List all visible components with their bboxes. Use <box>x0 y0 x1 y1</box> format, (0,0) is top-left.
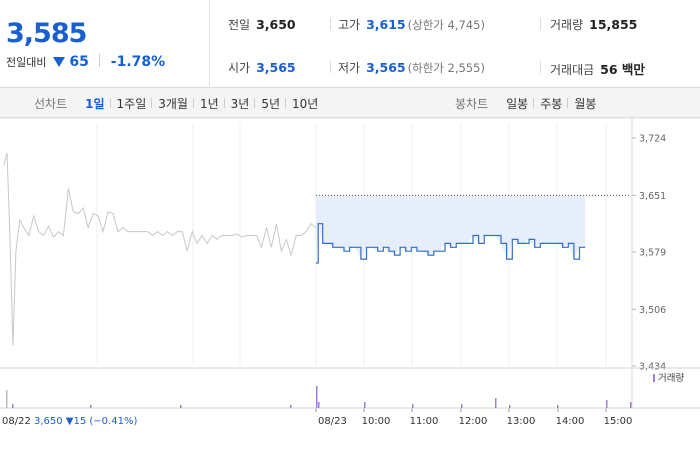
line-chart-tabs: 선차트 1일 1주일 3개월 1년 3년 5년 10년 <box>34 88 324 118</box>
tab-5y[interactable]: 5년 <box>254 95 286 112</box>
volume-bar <box>606 400 608 408</box>
tab-3y[interactable]: 3년 <box>223 95 256 112</box>
x-tick-label: 12:00 <box>459 416 488 427</box>
stat-value: 56 백만 <box>600 62 645 77</box>
x-date-label-prev: 08/22 <box>2 416 31 427</box>
stat-label: 고가 <box>338 18 361 32</box>
candle-chart-title: 봉차트 <box>455 96 489 111</box>
change-rate: -1.78% <box>110 54 166 70</box>
volume-bar <box>318 402 320 408</box>
stat-prev-close: 전일 3,650 <box>228 16 296 33</box>
chart-period-tabbar: 선차트 1일 1주일 3개월 1년 3년 5년 10년 봉차트 일봉 주봉 월봉 <box>0 88 700 118</box>
prev-day-summary: 3,650 ▼15 (−0.41%) <box>34 416 137 427</box>
stat-label: 거래량 <box>550 18 584 32</box>
tab-3m[interactable]: 3개월 <box>151 95 194 112</box>
today-area-fill <box>316 195 586 263</box>
tab-monthly-candle[interactable]: 월봉 <box>567 95 602 112</box>
y-tick-label: 3,724 <box>639 134 666 145</box>
volume-bar <box>90 405 92 408</box>
divider <box>330 61 331 73</box>
price-chart: 3,724 3,651 3,579 3,506 3,434 08/22 3,650 ▼15 … <box>0 118 700 450</box>
volume-bar <box>180 405 182 408</box>
volume-legend-label: 거래량 <box>658 372 684 384</box>
x-date-label-today: 08/23 <box>318 416 347 427</box>
volume-bar <box>6 390 8 408</box>
stat-value: 3,565 <box>366 60 406 75</box>
divider <box>99 54 101 67</box>
stat-trade-value: 거래대금 56 백만 <box>550 59 645 78</box>
volume-bar <box>316 386 318 408</box>
x-tick-label: 14:00 <box>556 416 585 427</box>
volume-bar <box>290 405 292 408</box>
stat-value: 3,615 <box>366 17 406 32</box>
tab-10y[interactable]: 10년 <box>285 95 324 112</box>
x-tick-label: 11:00 <box>410 416 439 427</box>
stat-label: 거래대금 <box>550 63 595 77</box>
divider <box>540 18 541 30</box>
stat-open: 시가 3,565 <box>228 59 296 76</box>
volume-bar <box>509 405 511 408</box>
stat-low: 저가 3,565 (하한가 2,555) <box>338 59 485 76</box>
stat-high: 고가 3,615 (상한가 4,745) <box>338 16 485 33</box>
current-price: 3,585 <box>6 18 87 49</box>
tab-1w[interactable]: 1주일 <box>109 95 153 112</box>
stat-volume: 거래량 15,855 <box>550 16 637 33</box>
tab-weekly-candle[interactable]: 주봉 <box>533 95 568 112</box>
volume-legend-swatch <box>653 374 655 382</box>
stat-label: 저가 <box>338 61 361 75</box>
volume-bar <box>557 405 559 408</box>
volume-bar <box>630 402 632 408</box>
change-amount: 65 <box>69 54 89 70</box>
change-label: 전일대비 <box>6 56 47 69</box>
y-tick-label: 3,506 <box>639 305 666 316</box>
y-tick-label: 3,434 <box>639 362 666 373</box>
current-price-panel: 3,585 전일대비 65 -1.78% <box>0 0 210 88</box>
volume-bar <box>495 398 497 408</box>
stat-label: 전일 <box>228 18 251 32</box>
divider <box>540 61 541 73</box>
y-tick-label: 3,579 <box>639 248 666 259</box>
tab-daily-candle[interactable]: 일봉 <box>500 95 534 112</box>
tab-1d[interactable]: 1일 <box>79 95 110 112</box>
line-chart-title: 선차트 <box>34 96 68 111</box>
tab-1y[interactable]: 1년 <box>192 95 225 112</box>
volume-bar <box>412 404 414 408</box>
x-tick-label: 13:00 <box>507 416 536 427</box>
candle-chart-tabs: 봉차트 일봉 주봉 월봉 <box>455 88 602 118</box>
stat-label: 시가 <box>228 61 251 75</box>
stat-value: 3,565 <box>256 60 296 75</box>
volume-bar <box>461 404 463 408</box>
prev-day-series-line <box>3 152 317 346</box>
price-chart-svg: 3,724 3,651 3,579 3,506 3,434 08/22 3,650 ▼15 … <box>0 118 700 427</box>
change-line: 전일대비 65 -1.78% <box>6 54 165 70</box>
volume-bar <box>12 404 14 408</box>
volume-bar <box>364 402 366 408</box>
stat-sub: (하한가 2,555) <box>407 61 485 75</box>
stat-value: 15,855 <box>589 17 638 32</box>
stat-sub: (상한가 4,745) <box>407 18 485 32</box>
divider <box>330 18 331 30</box>
x-tick-label: 10:00 <box>362 416 391 427</box>
y-tick-label: 3,651 <box>639 191 666 202</box>
x-tick-label: 15:00 <box>604 416 633 427</box>
stat-value: 3,650 <box>256 17 296 32</box>
quote-summary: 3,585 전일대비 65 -1.78% 전일 3,650 고가 3,615 (상한가… <box>0 0 700 88</box>
down-triangle-icon <box>52 57 65 67</box>
